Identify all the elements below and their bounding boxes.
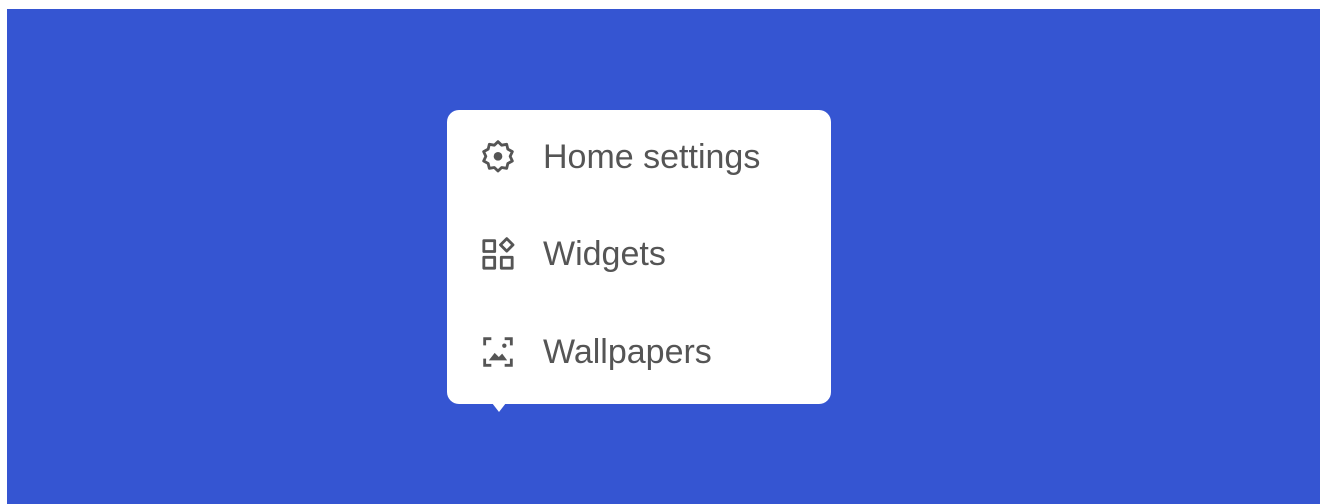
menu-item-label: Home settings	[543, 137, 761, 176]
gear-icon	[478, 137, 518, 177]
menu-item-home-settings[interactable]: Home settings	[447, 117, 831, 197]
widgets-icon	[478, 234, 518, 274]
menu-item-wallpapers[interactable]: Wallpapers	[447, 312, 831, 392]
wallpaper-icon	[478, 332, 518, 372]
home-long-press-menu: Home settings Widgets Wallpapers	[447, 110, 831, 404]
menu-item-label: Widgets	[543, 234, 666, 273]
menu-pointer-tail	[492, 403, 506, 412]
menu-item-widgets[interactable]: Widgets	[447, 214, 831, 294]
menu-item-label: Wallpapers	[543, 332, 712, 371]
